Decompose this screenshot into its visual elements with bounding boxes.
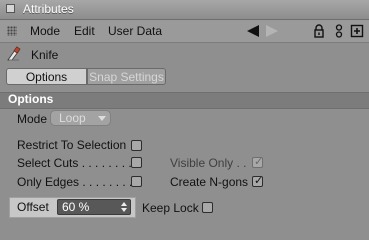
restrict-to-selection-checkbox[interactable]: [131, 140, 142, 151]
menu-edit[interactable]: Edit: [74, 24, 95, 38]
window-title: Attributes: [23, 2, 74, 16]
tool-name: Knife: [31, 48, 59, 62]
create-ngons-checkbox[interactable]: [252, 174, 263, 187]
new-panel-icon[interactable]: [350, 24, 364, 38]
back-arrow-icon[interactable]: [247, 25, 259, 37]
stepper-down-icon[interactable]: [121, 208, 127, 212]
hierarchy-icon[interactable]: [332, 24, 346, 38]
knife-tool-icon: [7, 46, 21, 61]
offset-label: Offset: [17, 200, 49, 214]
only-edges-checkbox[interactable]: [131, 176, 142, 187]
window-square-icon[interactable]: [6, 4, 15, 13]
keep-lock-checkbox[interactable]: [202, 202, 213, 213]
visible-only-checkbox[interactable]: [252, 155, 263, 168]
offset-value: 60 %: [62, 200, 90, 214]
chevron-down-icon: [98, 116, 106, 121]
mode-label: Mode: [17, 112, 48, 126]
stepper-up-icon[interactable]: [121, 202, 127, 206]
create-ngons-label: Create N-gons: [170, 175, 249, 189]
section-title: Options: [8, 92, 54, 106]
forward-arrow-icon[interactable]: [266, 25, 278, 37]
select-cuts-label: Select Cuts . . . . . . . .: [17, 156, 132, 170]
lock-icon[interactable]: [312, 24, 326, 38]
menu-divider: [0, 42, 369, 43]
section-header[interactable]: [0, 92, 369, 109]
keep-lock-label: Keep Lock: [142, 201, 199, 215]
tab-snap-settings[interactable]: Snap Settings: [87, 68, 166, 85]
visible-only-label: Visible Only . .: [170, 156, 247, 170]
only-edges-label: Only Edges . . . . . . . .: [17, 175, 133, 189]
menu-user-data[interactable]: User Data: [108, 24, 162, 38]
select-cuts-checkbox[interactable]: [131, 157, 142, 168]
tab-options[interactable]: Options: [6, 68, 87, 85]
restrict-to-selection-label: Restrict To Selection: [17, 138, 127, 152]
menu-mode[interactable]: Mode: [30, 24, 60, 38]
grip-handle-icon[interactable]: [7, 26, 17, 36]
